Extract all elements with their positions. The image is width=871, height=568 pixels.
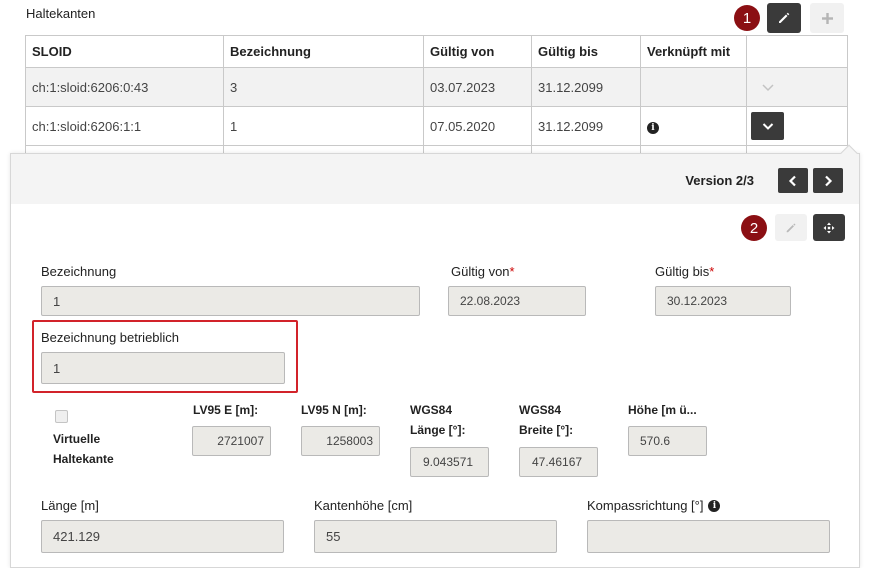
bezeichnung-betrieblich-field[interactable]: 1: [41, 352, 285, 384]
plus-icon: [821, 12, 833, 24]
kompass-label: Kompassrichtung [°] i: [587, 498, 721, 513]
wgs84-breite-label-line2: Breite [°]:: [519, 423, 574, 437]
info-icon[interactable]: i: [647, 122, 659, 134]
cell-bezeichnung: 1: [223, 106, 424, 146]
table-header-row: SLOID Bezeichnung Gültig von Gültig bis …: [25, 35, 848, 68]
gueltig-bis-label-text: Gültig bis: [655, 264, 710, 279]
cell-gueltig-von: 07.05.2020: [423, 106, 532, 146]
hoehe-label: Höhe [m ü...: [628, 403, 697, 417]
cell-gueltig-bis: 31.12.2099: [531, 106, 641, 146]
table-row[interactable]: ch:1:sloid:6206:1:1 1 07.05.2020 31.12.2…: [25, 106, 848, 146]
cell-actions: [746, 67, 848, 107]
hoehe-field[interactable]: 570.6: [628, 426, 707, 456]
cell-verknuepft: i: [640, 106, 747, 146]
haltekanten-table: SLOID Bezeichnung Gültig von Gültig bis …: [25, 35, 848, 156]
edit-button[interactable]: [767, 3, 801, 33]
table-row[interactable]: ch:1:sloid:6206:0:43 3 03.07.2023 31.12.…: [25, 67, 848, 107]
next-version-button[interactable]: [813, 168, 843, 193]
kompass-label-text: Kompassrichtung [°]: [587, 498, 704, 513]
gueltig-von-field[interactable]: 22.08.2023: [448, 286, 586, 316]
info-icon[interactable]: i: [708, 499, 721, 512]
step-badge-2: 2: [741, 215, 767, 241]
column-header-verknuepft[interactable]: Verknüpft mit: [640, 35, 747, 68]
move-button[interactable]: [813, 214, 845, 241]
pencil-icon: [786, 222, 796, 232]
previous-version-button[interactable]: [778, 168, 808, 193]
wgs84-laenge-label-line2: Länge [°]:: [410, 423, 466, 437]
kompass-field[interactable]: [587, 520, 830, 553]
cell-bezeichnung: 3: [223, 67, 424, 107]
lv95-e-field[interactable]: 2721007: [192, 426, 271, 456]
cell-sloid: ch:1:sloid:6206:0:43: [25, 67, 224, 107]
column-header-sloid[interactable]: SLOID: [25, 35, 224, 68]
kantenhoehe-label: Kantenhöhe [cm]: [314, 498, 413, 513]
wgs84-laenge-label-line1: WGS84: [410, 403, 453, 417]
cell-sloid: ch:1:sloid:6206:1:1: [25, 106, 224, 146]
bezeichnung-betrieblich-label: Bezeichnung betrieblich: [41, 330, 180, 345]
cell-gueltig-von: 03.07.2023: [423, 67, 532, 107]
gueltig-von-label-text: Gültig von: [451, 264, 510, 279]
laenge-field[interactable]: 421.129: [41, 520, 284, 553]
row-expand-button[interactable]: [751, 112, 784, 140]
laenge-label: Länge [m]: [41, 498, 99, 513]
move-icon: [823, 222, 835, 233]
pencil-icon: [779, 12, 790, 23]
version-detail-panel: Version 2/3 2 Bezeichnung 1 Gültig von* …: [10, 144, 860, 568]
step-badge-1: 1: [734, 5, 760, 31]
wgs84-laenge-field[interactable]: 9.043571: [410, 447, 489, 477]
column-header-actions: [746, 35, 848, 68]
gueltig-bis-label: Gültig bis*: [655, 264, 714, 279]
required-mark: *: [709, 264, 715, 279]
virtuelle-label-line2: Haltekante: [53, 452, 114, 466]
edit-version-button[interactable]: [775, 214, 807, 241]
column-header-gueltig-von[interactable]: Gültig von: [423, 35, 532, 68]
add-button[interactable]: [810, 3, 844, 33]
kantenhoehe-field[interactable]: 55: [314, 520, 557, 553]
cell-actions: [746, 106, 848, 146]
bezeichnung-field[interactable]: 1: [41, 286, 420, 316]
lv95-e-label: LV95 E [m]:: [193, 403, 259, 417]
section-title: Haltekanten: [26, 6, 96, 21]
lv95-n-field[interactable]: 1258003: [301, 426, 380, 456]
gueltig-bis-field[interactable]: 30.12.2023: [655, 286, 791, 316]
virtuelle-label-line1: Virtuelle: [53, 432, 101, 446]
cell-gueltig-bis: 31.12.2099: [531, 67, 641, 107]
column-header-gueltig-bis[interactable]: Gültig bis: [531, 35, 641, 68]
virtuelle-haltekante-checkbox[interactable]: [55, 410, 68, 423]
required-mark: *: [509, 264, 515, 279]
chevron-right-icon: [825, 175, 833, 186]
gueltig-von-label: Gültig von*: [451, 264, 515, 279]
version-label: Version 2/3: [685, 173, 754, 188]
column-header-bezeichnung[interactable]: Bezeichnung: [223, 35, 424, 68]
lv95-n-label: LV95 N [m]:: [301, 403, 367, 417]
wgs84-breite-field[interactable]: 47.46167: [519, 447, 598, 477]
bezeichnung-label: Bezeichnung: [41, 264, 117, 279]
cell-verknuepft: [640, 67, 747, 107]
chevron-left-icon: [788, 175, 796, 186]
wgs84-breite-label-line1: WGS84: [519, 403, 562, 417]
chevron-down-icon: [762, 122, 773, 130]
chevron-down-icon[interactable]: [761, 80, 775, 95]
